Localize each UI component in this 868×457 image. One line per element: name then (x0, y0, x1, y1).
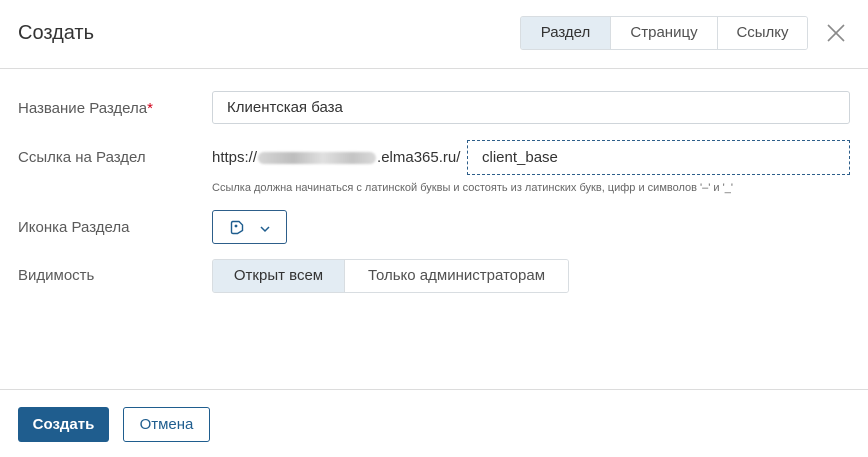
create-button[interactable]: Создать (18, 407, 109, 442)
section-name-label: Название Раздела* (18, 100, 153, 117)
dialog-header: Создать Раздел Страницу Ссылку (0, 0, 868, 69)
dialog-title: Создать (18, 22, 95, 44)
section-link-label: Ссылка на Раздел (18, 149, 146, 166)
section-link-input[interactable]: client_base (467, 140, 850, 175)
url-prefix: https:// .elma365.ru/ (212, 149, 460, 166)
section-icon-label: Иконка Раздела (18, 219, 130, 236)
create-type-switcher: Раздел Страницу Ссылку (520, 16, 808, 50)
tag-icon (230, 220, 244, 235)
visibility-switcher: Открыт всем Только администраторам (212, 259, 569, 293)
cancel-button[interactable]: Отмена (123, 407, 210, 442)
visibility-label: Видимость (18, 267, 95, 284)
section-name-input[interactable]: Клиентская база (212, 91, 850, 124)
tab-section[interactable]: Раздел (521, 17, 610, 49)
icon-picker-dropdown[interactable] (212, 210, 287, 244)
url-prefix-end: .elma365.ru/ (377, 149, 461, 166)
tab-page[interactable]: Страницу (610, 17, 717, 49)
blurred-url-part (258, 152, 377, 165)
required-mark: * (147, 100, 153, 117)
url-prefix-start: https:// (212, 149, 258, 166)
link-hint: Ссылка должна начинаться с латинской бук… (212, 182, 733, 194)
close-icon[interactable] (826, 23, 846, 43)
section-name-label-text: Название Раздела (18, 100, 148, 117)
visibility-all-option[interactable]: Открыт всем (213, 260, 344, 292)
visibility-admins-option[interactable]: Только администраторам (344, 260, 568, 292)
tab-link[interactable]: Ссылку (717, 17, 807, 49)
chevron-down-icon (259, 222, 271, 234)
